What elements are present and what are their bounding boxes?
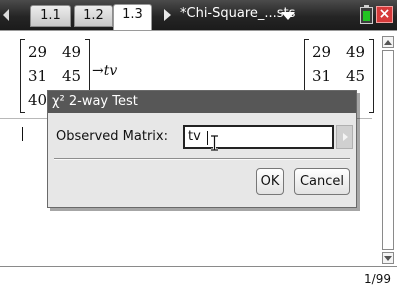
matrix-cell: 49 <box>62 43 82 61</box>
cancel-button[interactable]: Cancel <box>294 168 350 195</box>
tab-1-2[interactable]: 1.2 <box>74 5 113 27</box>
scroll-track[interactable] <box>382 50 394 250</box>
text-cursor <box>207 131 208 145</box>
matrix-cell: 45 <box>346 67 366 85</box>
dialog-divider <box>54 158 350 160</box>
tab-1-1[interactable]: 1.1 <box>30 5 71 27</box>
dialog-title: χ² 2-way Test <box>52 94 138 109</box>
close-icon[interactable]: × <box>376 6 393 23</box>
top-tab-bar: 1.1 1.2 1.3 *Chi-Square_...sts × <box>0 0 397 30</box>
observed-matrix-input[interactable]: tv <box>183 125 334 149</box>
observed-matrix-label: Observed Matrix: <box>56 129 168 144</box>
matrix-cell: 45 <box>62 67 82 85</box>
document-title: *Chi-Square_...sts <box>180 6 296 21</box>
document-menu-chevron-icon[interactable] <box>281 12 295 20</box>
entry-line-cursor[interactable] <box>22 127 23 141</box>
ok-button[interactable]: OK <box>256 168 284 195</box>
chi-square-2-way-dialog: χ² 2-way Test Observed Matrix: tv OK Can… <box>47 90 357 208</box>
scroll-down-icon[interactable] <box>382 252 394 264</box>
matrix-cell: 40 <box>28 91 48 109</box>
matrix-cell: 49 <box>346 43 366 61</box>
matrix-cell: 29 <box>28 43 48 61</box>
store-expression: →tv <box>92 63 118 79</box>
scroll-up-icon[interactable] <box>382 36 394 48</box>
matrix-cell: 29 <box>312 43 332 61</box>
observed-matrix-dropdown-icon[interactable] <box>336 125 353 149</box>
status-bar: 1/99 <box>0 266 397 293</box>
matrix-bracket-left <box>20 39 25 113</box>
vertical-scrollbar[interactable] <box>382 36 394 264</box>
matrix-bracket-right <box>369 39 374 113</box>
page-count: 1/99 <box>364 272 391 286</box>
observed-matrix-value: tv <box>188 129 201 144</box>
dialog-titlebar[interactable]: χ² 2-way Test <box>48 91 356 113</box>
matrix-cell: 31 <box>312 67 332 85</box>
battery-icon <box>360 5 373 24</box>
tab-1-3[interactable]: 1.3 <box>113 4 152 30</box>
scroll-tabs-left-icon[interactable] <box>3 9 9 21</box>
matrix-cell: 31 <box>28 67 48 85</box>
ibeam-cursor-icon <box>211 135 218 151</box>
scroll-tabs-right-icon[interactable] <box>164 9 171 21</box>
